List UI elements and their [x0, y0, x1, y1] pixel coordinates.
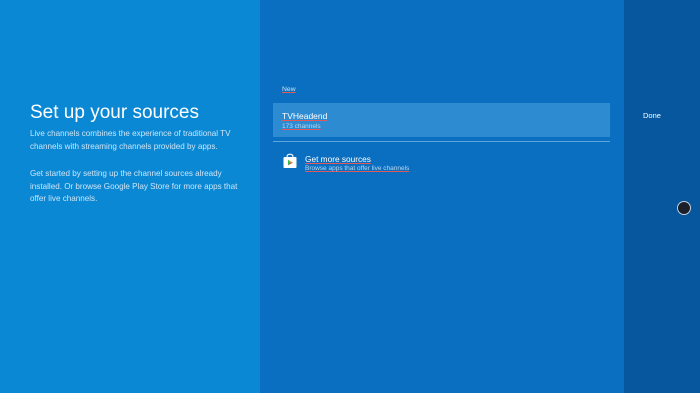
source-channel-count: 173 channels: [282, 123, 321, 130]
page-title: Set up your sources: [30, 102, 199, 123]
get-more-sources-button[interactable]: Get more sources Browse apps that offer …: [273, 150, 610, 174]
section-label-new: New: [282, 86, 296, 93]
get-more-sources-label: Get more sources: [305, 154, 371, 164]
sources-panel: [260, 0, 624, 393]
play-store-icon: [283, 153, 297, 168]
divider: [273, 141, 610, 142]
done-button[interactable]: Done: [643, 111, 661, 120]
source-item-tvheadend[interactable]: TVHeadend 173 channels: [273, 103, 610, 137]
get-more-sources-subtitle: Browse apps that offer live channels: [305, 165, 410, 172]
cursor-indicator: [677, 201, 691, 215]
intro-paragraph: Get started by setting up the channel so…: [30, 169, 238, 204]
intro-panel: Set up your sources Live channels combin…: [0, 0, 260, 393]
source-name: TVHeadend: [282, 111, 328, 121]
actions-panel: [624, 0, 700, 393]
intro-paragraph: Live channels combines the experience of…: [30, 129, 231, 151]
